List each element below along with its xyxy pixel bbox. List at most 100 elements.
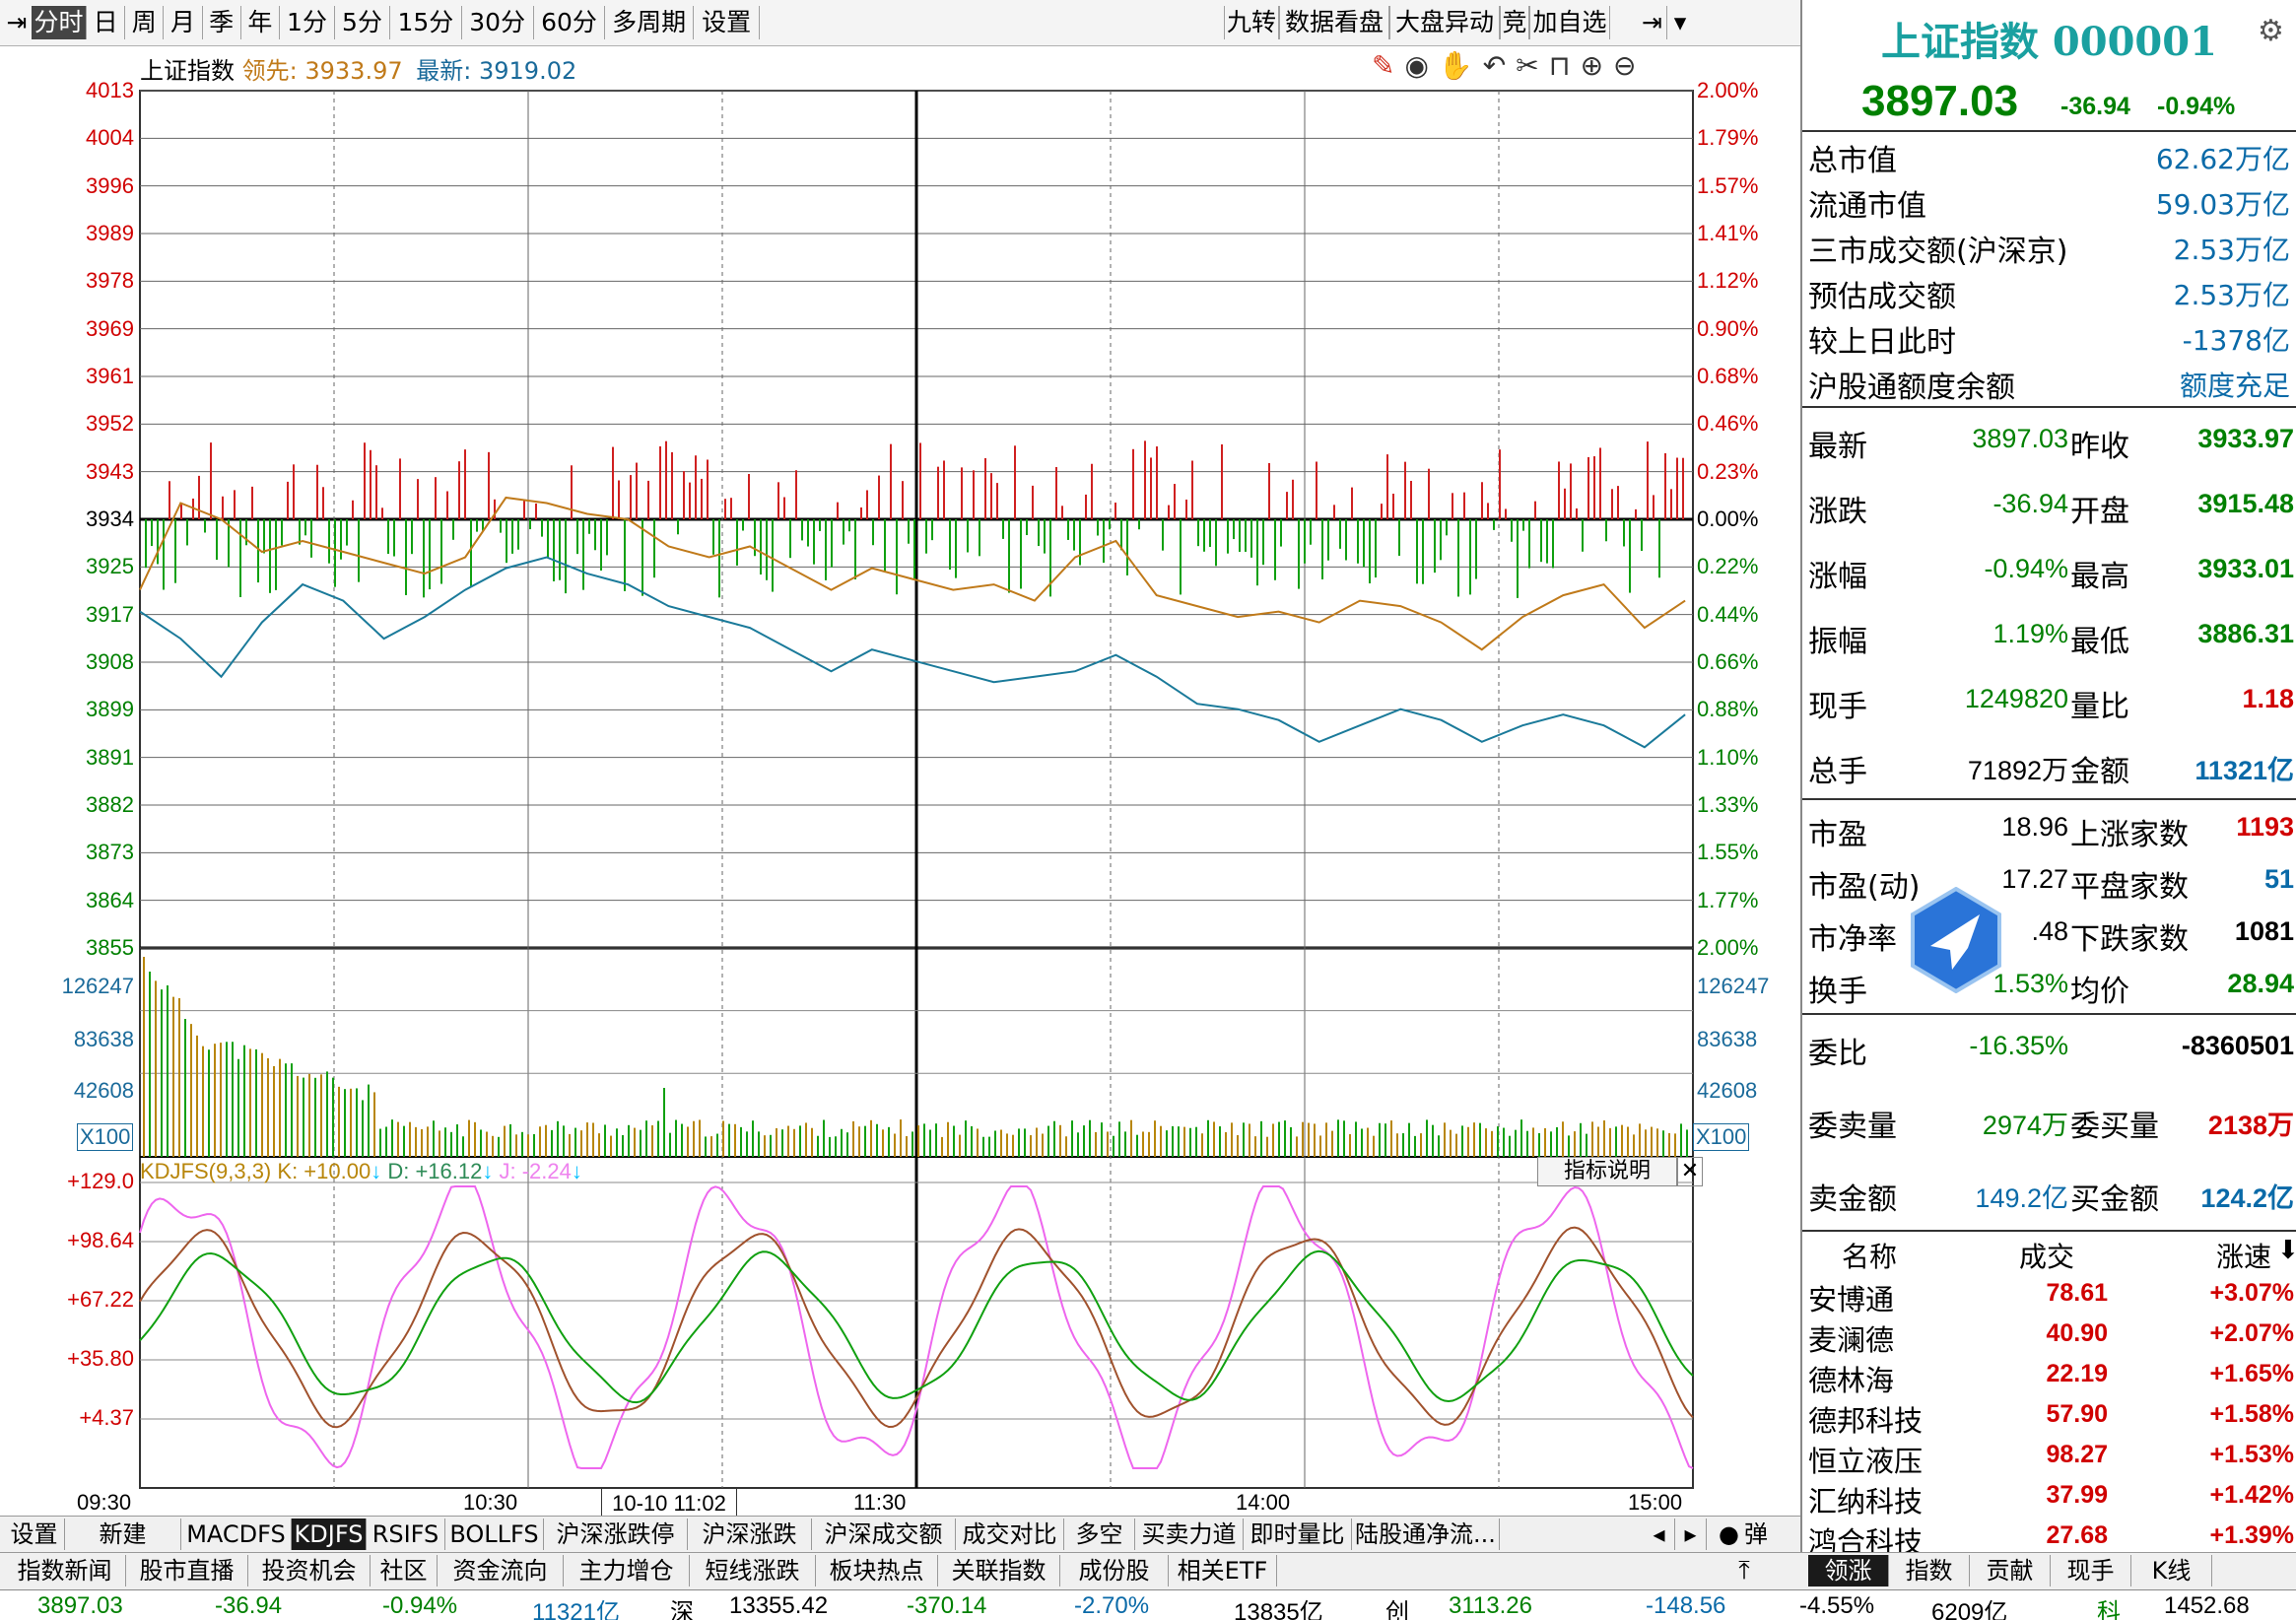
list-header[interactable]: 成交: [2019, 1236, 2074, 1275]
pct-tick: 0.88%: [1697, 697, 1759, 722]
price-line: [139, 556, 1686, 749]
list-item[interactable]: 德邦科技 57.90 +1.58%: [1802, 1398, 2296, 1438]
panel-tab[interactable]: 现手: [2051, 1555, 2131, 1586]
news-tabs: ⤒ 指数新闻 股市直播 投资机会 社区 资金流向 主力增仓 短线涨跌 板块热点 关联指数 成份股相…: [0, 1552, 1800, 1590]
list-header[interactable]: 涨速: [2216, 1236, 2271, 1275]
price-tick: 3908: [86, 649, 134, 674]
indicator-tab[interactable]: BOLLFS: [445, 1519, 544, 1550]
zoom-out-icon[interactable]: ⊖: [1613, 49, 1646, 82]
news-tab[interactable]: 社区: [371, 1555, 438, 1586]
settings-gear-icon[interactable]: ⚙: [2258, 14, 2284, 48]
panel-tab[interactable]: K线: [2131, 1555, 2212, 1586]
period-tab[interactable]: 季: [203, 6, 241, 39]
list-item[interactable]: 德林海 22.19 +1.65%: [1802, 1358, 2296, 1397]
news-tab[interactable]: 成份股: [1060, 1555, 1169, 1586]
period-tab[interactable]: 1分: [280, 6, 335, 39]
indicator-help-button[interactable]: 指标说明: [1537, 1157, 1677, 1186]
price-tick: 3989: [86, 221, 134, 245]
panel-tab[interactable]: 贡献: [1970, 1555, 2051, 1586]
period-tab[interactable]: 月: [164, 6, 203, 39]
collapse-up-icon[interactable]: ⤒: [1715, 1555, 1774, 1586]
indicator-tab[interactable]: 沪深涨跌停: [544, 1519, 688, 1550]
list-item[interactable]: 恒立液压 98.27 +1.53%: [1802, 1439, 2296, 1478]
list-item[interactable]: 麦澜德 40.90 +2.07%: [1802, 1317, 2296, 1357]
news-tab[interactable]: 板块热点: [816, 1555, 938, 1586]
stock-name: 汇纳科技: [1808, 1485, 1924, 1519]
period-tab[interactable]: 分时: [32, 6, 87, 39]
indicator-tab[interactable]: 沪深成交额: [812, 1519, 956, 1550]
news-tab[interactable]: 相关ETF: [1169, 1555, 1277, 1586]
news-tab[interactable]: 股市直播: [126, 1555, 248, 1586]
pct-tick: 2.00%: [1697, 935, 1759, 960]
quote-value: 3886.31: [2197, 619, 2294, 648]
period-tab[interactable]: 周: [125, 6, 165, 39]
edit-icon[interactable]: ✎: [1372, 49, 1404, 82]
popup-toggle-label[interactable]: 弹: [1734, 1519, 1778, 1550]
indicator-tab[interactable]: MACDFS: [181, 1519, 292, 1550]
indicator-tab[interactable]: 新建: [65, 1519, 181, 1550]
chart-svg[interactable]: [0, 45, 1800, 1523]
toolbar-tab[interactable]: 数据看盘: [1279, 6, 1389, 39]
period-tab[interactable]: 30分: [462, 6, 534, 39]
scissors-icon[interactable]: ✂: [1516, 49, 1548, 82]
period-tab[interactable]: 年: [241, 6, 280, 39]
stat-label: 预估成交额: [1808, 280, 1956, 314]
quote-value: 11321亿: [2195, 756, 2294, 785]
indicator-tab[interactable]: 即时量比: [1244, 1519, 1352, 1550]
toolbar-tab[interactable]: 九转: [1224, 6, 1279, 39]
hand-icon[interactable]: ✋: [1439, 49, 1483, 82]
sort-down-icon[interactable]: ⬇: [2277, 1236, 2296, 1265]
lock-icon[interactable]: ⊓: [1549, 49, 1581, 82]
period-tab[interactable]: 日: [87, 6, 126, 39]
panel-tab[interactable]: 指数: [1889, 1555, 1970, 1586]
scroll-left-icon[interactable]: ◂: [1644, 1519, 1675, 1550]
toolbar-tab[interactable]: 竞: [1500, 6, 1529, 39]
stock-speed: +1.42%: [2209, 1481, 2295, 1509]
stat-value: 59.03万亿: [2155, 188, 2290, 221]
indicator-tab[interactable]: KDJFS: [292, 1519, 367, 1550]
dropdown-chevron-icon[interactable]: ▾: [1667, 6, 1693, 39]
period-tab[interactable]: 设置: [694, 6, 761, 39]
price-tick: 3855: [86, 935, 134, 960]
panel-tab[interactable]: 领涨: [1808, 1555, 1889, 1586]
list-item[interactable]: 汇纳科技 37.99 +1.42%: [1802, 1479, 2296, 1519]
toolbar-tab[interactable]: 加自选: [1529, 6, 1610, 39]
stat-value: -1378亿: [2182, 324, 2290, 357]
indicator-tab[interactable]: 设置: [4, 1519, 65, 1550]
period-tab[interactable]: 5分: [335, 6, 390, 39]
period-tab[interactable]: 多周期: [605, 6, 694, 39]
status-value: -2.70%: [1074, 1592, 1150, 1619]
close-icon[interactable]: ✕: [1677, 1157, 1703, 1186]
toolbar-tab[interactable]: 大盘异动: [1389, 6, 1500, 39]
indicator-tab[interactable]: 成交对比: [956, 1519, 1064, 1550]
news-tab[interactable]: 投资机会: [248, 1555, 371, 1586]
price-tick: 3934: [86, 506, 134, 531]
latest-label: 最新:: [416, 57, 472, 85]
list-item[interactable]: 安博通 78.61 +3.07%: [1802, 1277, 2296, 1316]
floating-assistant-icon[interactable]: [1909, 886, 2003, 994]
undo-icon[interactable]: ↶: [1483, 49, 1516, 82]
indicator-tab[interactable]: 沪深涨跌: [688, 1519, 812, 1550]
indicator-tab[interactable]: 陆股通净流...: [1352, 1519, 1500, 1550]
back-arrow-icon[interactable]: ⇥: [4, 6, 30, 39]
intraday-chart[interactable]: 上证指数 领先: 3933.97 最新: 3919.02 ✎◉✋↶✂⊓⊕⊖ 40…: [0, 45, 1800, 1523]
indicator-tabs: 设置 新建 MACDFS KDJFS RSIFS BOLLFS 沪深涨跌停 沪深涨跌 沪深成交额…: [0, 1516, 1800, 1552]
list-header[interactable]: 名称: [1842, 1236, 1897, 1275]
indicator-tab[interactable]: 买卖力道: [1135, 1519, 1244, 1550]
zoom-in-icon[interactable]: ⊕: [1581, 49, 1613, 82]
news-tab[interactable]: 关联指数: [938, 1555, 1060, 1586]
indicator-tab[interactable]: RSIFS: [367, 1519, 445, 1550]
news-tab[interactable]: 资金流向: [438, 1555, 564, 1586]
news-tab[interactable]: 主力增仓: [564, 1555, 690, 1586]
news-tab[interactable]: 指数新闻: [4, 1555, 126, 1586]
quote-label: 现手: [1808, 690, 1867, 724]
period-tab[interactable]: 15分: [390, 6, 462, 39]
news-tab[interactable]: 短线涨跌: [690, 1555, 816, 1586]
eye-icon[interactable]: ◉: [1404, 49, 1438, 82]
pct-tick: 1.12%: [1697, 268, 1759, 294]
popup-toggle-icon[interactable]: ●: [1719, 1519, 1739, 1550]
indicator-tab[interactable]: 多空: [1064, 1519, 1135, 1550]
expand-arrow-icon[interactable]: ⇥: [1638, 6, 1667, 39]
period-tab[interactable]: 60分: [534, 6, 606, 39]
scroll-right-icon[interactable]: ▸: [1675, 1519, 1707, 1550]
